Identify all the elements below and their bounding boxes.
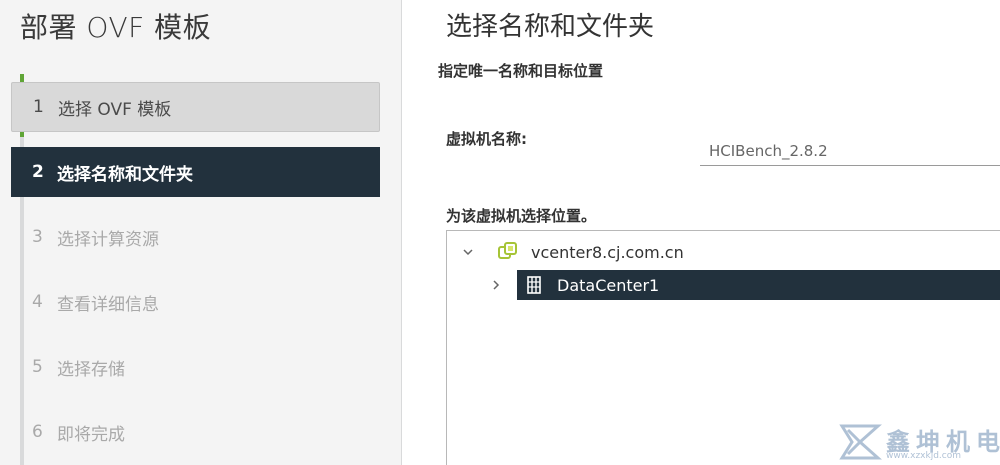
step-label: 查看详细信息 <box>57 294 159 315</box>
step-number: 5 <box>32 357 43 377</box>
tree-node-label: DataCenter1 <box>557 275 660 295</box>
tree-node-vcenter[interactable]: vcenter8.cj.com.cn <box>459 237 684 267</box>
step-label: 选择 OVF 模板 <box>58 99 172 120</box>
step-number: 6 <box>32 422 43 442</box>
vm-name-label: 虚拟机名称: <box>446 130 527 148</box>
step-number: 4 <box>32 292 43 312</box>
step-label: 选择名称和文件夹 <box>57 164 193 185</box>
wizard-step-2[interactable]: 2 选择名称和文件夹 <box>11 147 380 197</box>
wizard-title: 部署 OVF 模板 <box>20 11 212 44</box>
step-label: 即将完成 <box>57 424 125 445</box>
page-title: 选择名称和文件夹 <box>446 12 655 42</box>
vcenter-icon <box>497 241 519 263</box>
deploy-ovf-wizard: 部署 OVF 模板 1 选择 OVF 模板 2 选择名称和文件夹 3 选择计算资… <box>0 0 1000 465</box>
step-label: 选择存储 <box>57 359 125 380</box>
step-number: 2 <box>32 162 44 182</box>
tree-node-datacenter[interactable]: DataCenter1 <box>517 270 1000 300</box>
location-label: 为该虚拟机选择位置。 <box>446 207 597 225</box>
wizard-sidebar: 部署 OVF 模板 1 选择 OVF 模板 2 选择名称和文件夹 3 选择计算资… <box>0 0 402 465</box>
wizard-step-1[interactable]: 1 选择 OVF 模板 <box>11 82 380 132</box>
wizard-step-4: 4 查看详细信息 <box>11 277 380 327</box>
wizard-step-3: 3 选择计算资源 <box>11 212 380 262</box>
watermark-logo-icon <box>839 424 882 460</box>
wizard-step-5: 5 选择存储 <box>11 342 380 392</box>
tree-node-label: vcenter8.cj.com.cn <box>531 242 684 262</box>
step-label: 选择计算资源 <box>57 229 159 250</box>
datacenter-icon <box>523 274 545 296</box>
step-number: 1 <box>33 97 44 117</box>
watermark: 鑫坤机电 www.xzxkjd.com <box>838 420 1000 465</box>
page-subtitle: 指定唯一名称和目标位置 <box>438 62 604 80</box>
wizard-step-6: 6 即将完成 <box>11 407 380 457</box>
vm-name-input[interactable] <box>700 136 1000 166</box>
chevron-right-icon[interactable] <box>489 278 503 292</box>
watermark-url: www.xzxkjd.com <box>886 451 962 461</box>
step-number: 3 <box>32 227 43 247</box>
